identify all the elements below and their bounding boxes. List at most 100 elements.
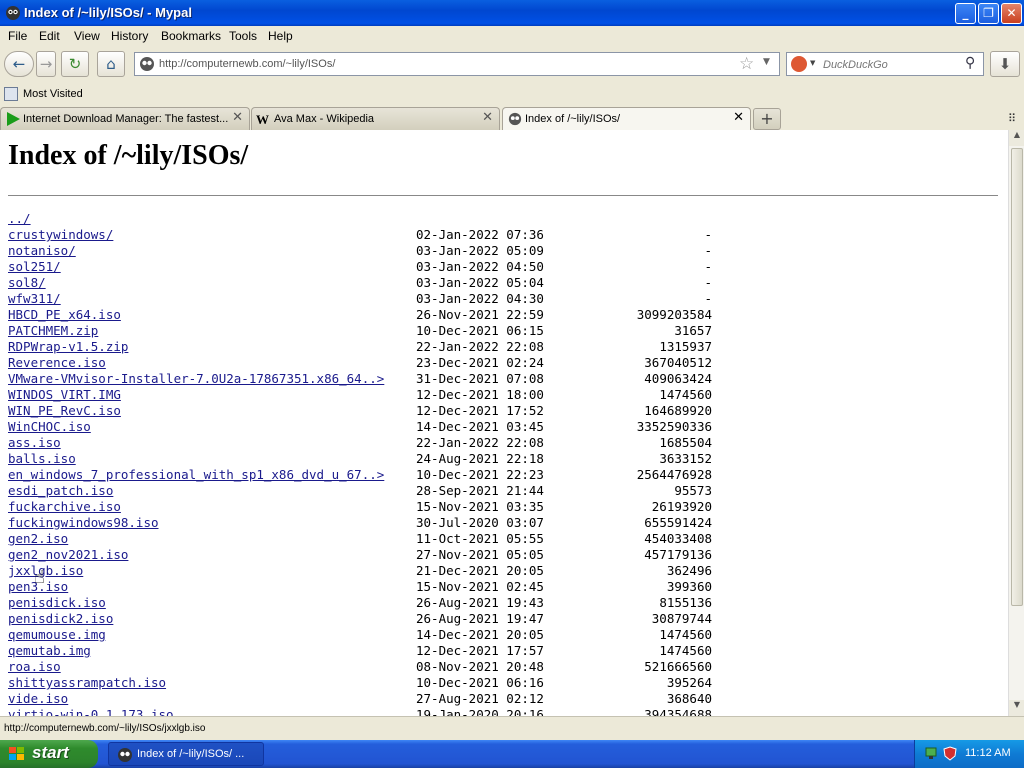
vertical-scrollbar[interactable]: ▲ ▼: [1008, 130, 1024, 716]
file-link[interactable]: WinCHOC.iso: [8, 419, 91, 435]
file-date: 10-Dec-2021 06:16: [416, 675, 544, 690]
menu-tools[interactable]: Tools: [229, 29, 257, 43]
file-date: 26-Aug-2021 19:47: [416, 611, 544, 626]
file-link[interactable]: qemumouse.img: [8, 627, 106, 643]
minimize-button[interactable]: _: [955, 3, 976, 24]
listing-row: RDPWrap-v1.5.zip 22-Jan-2022 22:08 1315937: [8, 339, 998, 355]
tab-close-icon[interactable]: ✕: [232, 110, 243, 125]
search-engine-dropdown-icon[interactable]: ▼: [810, 59, 815, 67]
tab-close-icon[interactable]: ✕: [733, 110, 744, 125]
bookmark-most-visited[interactable]: Most Visited: [23, 88, 83, 100]
scroll-up-arrow-icon[interactable]: ▲: [1009, 130, 1024, 146]
title-bar[interactable]: Index of /~lily/ISOs/ - Mypal _ ❐ ✕: [0, 0, 1024, 26]
downloads-button[interactable]: ⬇: [990, 51, 1020, 77]
file-link[interactable]: qemutab.img: [8, 643, 91, 659]
file-date: 23-Dec-2021 02:24: [416, 355, 544, 370]
network-icon[interactable]: [925, 746, 939, 761]
windows-flag-icon: [9, 747, 24, 760]
taskbar-item-browser[interactable]: Index of /~lily/ISOs/ ...: [108, 742, 264, 766]
menu-file[interactable]: File: [8, 29, 27, 43]
file-size: -: [704, 291, 712, 306]
file-link[interactable]: penisdick2.iso: [8, 611, 113, 627]
file-link[interactable]: HBCD_PE_x64.iso: [8, 307, 121, 323]
file-link[interactable]: ass.iso: [8, 435, 61, 451]
tab-wikipedia[interactable]: W Ava Max - Wikipedia ✕: [251, 107, 500, 130]
file-size: 8155136: [659, 595, 712, 610]
listing-row: VMware-VMvisor-Installer-7.0U2a-17867351…: [8, 371, 998, 387]
file-link[interactable]: jxxlgb.iso: [8, 563, 83, 579]
scroll-down-arrow-icon[interactable]: ▼: [1009, 700, 1024, 716]
maximize-button[interactable]: ❐: [978, 3, 999, 24]
tab-close-icon[interactable]: ✕: [482, 110, 493, 125]
home-button[interactable]: ⌂: [97, 51, 125, 77]
listing-row: HBCD_PE_x64.iso 26-Nov-2021 22:59 30992035…: [8, 307, 998, 323]
tab-index-of-isos[interactable]: Index of /~lily/ISOs/ ✕: [502, 107, 751, 131]
reload-button[interactable]: ↻: [61, 51, 89, 77]
menu-history[interactable]: History: [111, 29, 148, 43]
navigation-toolbar: ← → ↻ ⌂ ☆ ▼ ▼ ⚲ ⬇: [0, 46, 1024, 84]
url-dropdown-icon[interactable]: ▼: [763, 57, 770, 67]
start-button[interactable]: start: [0, 740, 98, 768]
file-link[interactable]: RDPWrap-v1.5.zip: [8, 339, 128, 355]
file-link[interactable]: sol8/: [8, 275, 46, 291]
security-shield-icon[interactable]: [943, 746, 957, 761]
status-bar: http://computernewb.com/~lily/ISOs/jxxlg…: [0, 716, 1024, 740]
file-link[interactable]: WINDOS_VIRT.IMG: [8, 387, 121, 403]
new-tab-button[interactable]: +: [753, 108, 781, 130]
file-link[interactable]: roa.iso: [8, 659, 61, 675]
file-link[interactable]: balls.iso: [8, 451, 76, 467]
file-date: 10-Dec-2021 22:23: [416, 467, 544, 482]
tab-idm[interactable]: Internet Download Manager: The fastest..…: [0, 107, 250, 130]
file-size: 1474560: [659, 627, 712, 642]
file-date: 26-Aug-2021 19:43: [416, 595, 544, 610]
file-link[interactable]: vide.iso: [8, 691, 68, 707]
back-button[interactable]: ←: [4, 51, 34, 77]
listing-row: en_windows_7_professional_with_sp1_x86_d…: [8, 467, 998, 483]
file-link[interactable]: Reverence.iso: [8, 355, 106, 371]
file-link[interactable]: PATCHMEM.zip: [8, 323, 98, 339]
file-link[interactable]: fuckingwindows98.iso: [8, 515, 159, 531]
scrollbar-thumb[interactable]: [1011, 148, 1023, 606]
file-size: 31657: [674, 323, 712, 338]
file-link[interactable]: penisdick.iso: [8, 595, 106, 611]
menu-help[interactable]: Help: [268, 29, 293, 43]
duckduckgo-icon[interactable]: [791, 56, 807, 72]
file-date: 19-Jan-2020 20:16: [416, 707, 544, 716]
listing-row: penisdick2.iso 26-Aug-2021 19:47 30879744: [8, 611, 998, 627]
file-date: 30-Jul-2020 03:07: [416, 515, 544, 530]
close-button[interactable]: ✕: [1001, 3, 1022, 24]
url-input[interactable]: [159, 56, 729, 72]
file-link[interactable]: gen2.iso: [8, 531, 68, 547]
menu-view[interactable]: View: [74, 29, 100, 43]
file-link[interactable]: en_windows_7_professional_with_sp1_x86_d…: [8, 467, 384, 483]
bookmark-folder-icon: [4, 87, 18, 101]
menu-bookmarks[interactable]: Bookmarks: [161, 29, 221, 43]
file-link[interactable]: esdi_patch.iso: [8, 483, 113, 499]
file-link[interactable]: WIN_PE_RevC.iso: [8, 403, 121, 419]
listing-row: wfw311/03-Jan-2022 04:30 -: [8, 291, 998, 307]
file-date: 10-Dec-2021 06:15: [416, 323, 544, 338]
bookmark-star-icon[interactable]: ☆: [739, 54, 754, 74]
file-size: 399360: [666, 579, 712, 594]
file-date: 31-Dec-2021 07:08: [416, 371, 544, 386]
file-link[interactable]: notaniso/: [8, 243, 76, 259]
search-input[interactable]: [823, 57, 961, 72]
file-link[interactable]: sol251/: [8, 259, 61, 275]
file-link[interactable]: shittyassrampatch.iso: [8, 675, 166, 691]
file-link[interactable]: fuckarchive.iso: [8, 499, 121, 515]
parent-directory-link[interactable]: ../: [8, 211, 31, 227]
file-link[interactable]: crustywindows/: [8, 227, 113, 243]
tab-list-icon[interactable]: ⠿: [1008, 112, 1016, 125]
file-link[interactable]: gen2_nov2021.iso: [8, 547, 128, 563]
menu-edit[interactable]: Edit: [39, 29, 60, 43]
page-content: Index of /~lily/ISOs/ ../ crustywindows/…: [0, 130, 1008, 716]
search-icon[interactable]: ⚲: [965, 55, 975, 71]
file-link[interactable]: VMware-VMvisor-Installer-7.0U2a-17867351…: [8, 371, 384, 387]
forward-button[interactable]: →: [36, 51, 56, 77]
file-size: 1685504: [659, 435, 712, 450]
address-bar[interactable]: ☆ ▼: [134, 52, 780, 76]
search-box[interactable]: ▼ ⚲: [786, 52, 984, 76]
file-link[interactable]: virtio-win-0.1.173.iso: [8, 707, 174, 716]
file-link[interactable]: wfw311/: [8, 291, 61, 307]
listing-row-parent: ../: [8, 211, 998, 227]
